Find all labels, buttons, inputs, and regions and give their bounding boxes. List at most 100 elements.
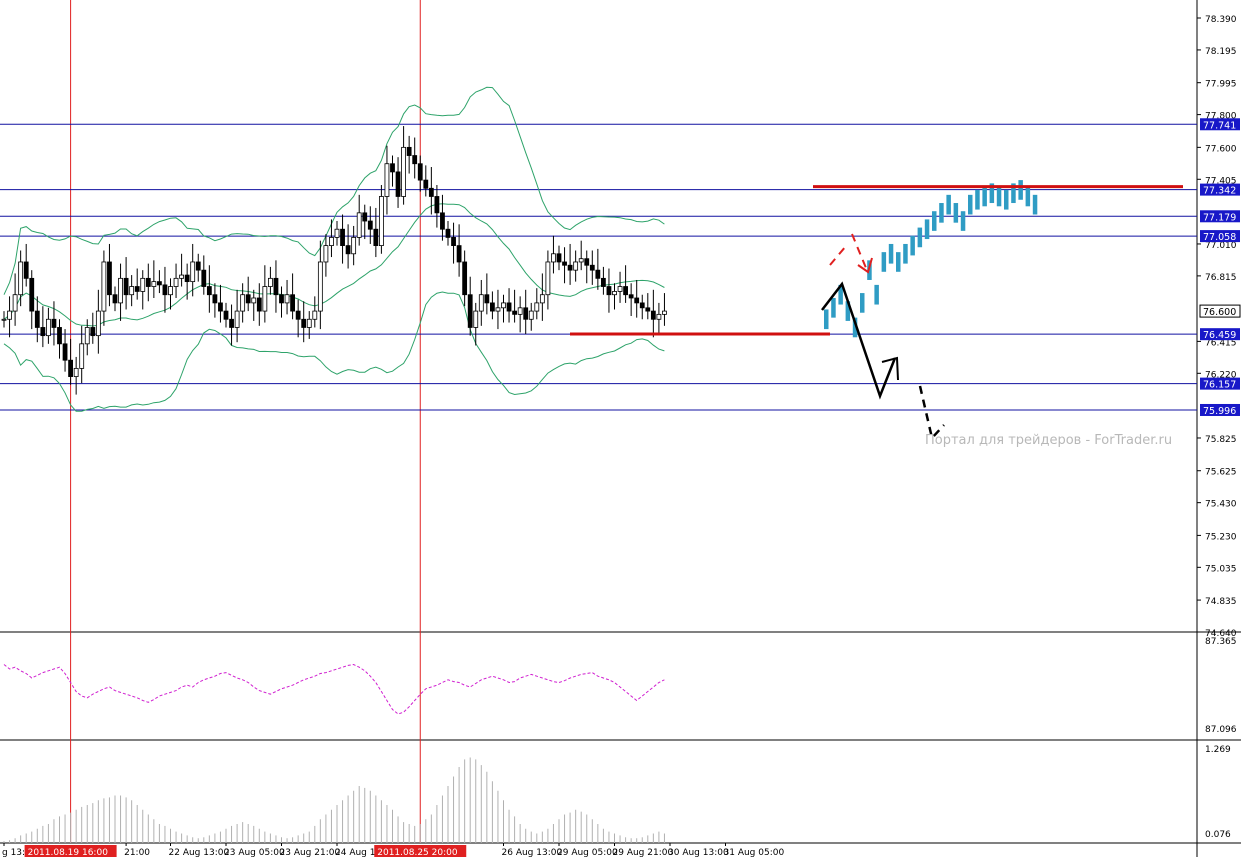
oscillator-bottom-label: 87.096 (1205, 725, 1237, 735)
candle-body (384, 163, 390, 197)
candle-body (7, 310, 12, 320)
price-tick-label: 77.995 (1205, 80, 1237, 90)
candle-body (184, 274, 190, 283)
candle-body (606, 286, 612, 296)
candle-body (562, 261, 567, 266)
candle-body (506, 302, 512, 312)
forecast-block (824, 309, 829, 330)
candle-body (129, 286, 135, 296)
price-tick-label: 75.430 (1205, 500, 1237, 510)
candle-body (40, 327, 46, 337)
candle-body (329, 237, 334, 246)
candle-body (162, 284, 168, 296)
candle-body (628, 294, 634, 299)
candle-body (218, 302, 223, 312)
level-label: 77.058 (1203, 232, 1236, 243)
candle-body (173, 277, 179, 287)
forecast-block (953, 203, 959, 223)
level-label: 77.741 (1203, 120, 1236, 131)
candle-body (539, 294, 545, 304)
candle-body (195, 261, 201, 271)
candle-body (451, 237, 456, 246)
candle-body (101, 261, 107, 312)
candle-body (662, 310, 667, 315)
candle-body (567, 264, 573, 271)
candle-body (68, 359, 73, 377)
candle-body (523, 307, 529, 320)
candle-body (168, 286, 173, 296)
candle-body (301, 318, 307, 328)
oscillator-top-label: 87.365 (1205, 637, 1237, 647)
candle-body (245, 294, 251, 304)
candle-body (467, 294, 473, 328)
candle-body (190, 261, 196, 283)
candle-body (156, 281, 162, 286)
candle-body (279, 294, 284, 304)
candle-body (650, 310, 656, 320)
candle-body (345, 245, 351, 255)
time-label: 29 Aug 05:00 (557, 848, 618, 857)
candle-body (284, 294, 290, 304)
histogram-top-label: 1.269 (1205, 745, 1231, 755)
price-tick-label: 74.835 (1205, 597, 1237, 607)
price-tick-label: 77.600 (1205, 144, 1237, 154)
time-label: 2011.08.19 16:00 (28, 848, 109, 857)
candle-body (589, 264, 595, 271)
candle-body (645, 307, 651, 312)
time-label: 23 Aug 05:00 (224, 848, 285, 857)
candle-body (595, 269, 601, 279)
price-tick-label: 78.195 (1205, 47, 1237, 57)
candle-body (145, 277, 151, 287)
candle-body (140, 277, 146, 292)
candle-body (317, 261, 323, 312)
time-label: 26 Aug 13:00 (502, 848, 563, 857)
candle-body (462, 261, 468, 296)
forecast-block (860, 293, 865, 313)
candle-body (484, 294, 490, 304)
forecast-block (831, 297, 836, 318)
candle-body (495, 307, 501, 312)
candle-body (229, 318, 234, 328)
candle-body (51, 318, 57, 328)
time-label: 29 Aug 21:00 (613, 848, 674, 857)
time-label: 23 Aug 21:00 (280, 848, 341, 857)
forecast-block (874, 284, 879, 305)
candle-body (395, 171, 401, 197)
forecast-block (1004, 189, 1009, 210)
candle-body (423, 179, 429, 189)
forecast-block (924, 219, 930, 240)
price-tick-label: 76.815 (1205, 273, 1237, 283)
histogram-bottom-label: 0.076 (1205, 830, 1231, 840)
candle-body (206, 286, 212, 296)
forecast-block (910, 235, 915, 256)
forecast-block (996, 186, 1002, 207)
candle-body (62, 343, 68, 361)
candle-body (556, 253, 562, 263)
level-label: 76.157 (1203, 380, 1236, 391)
candle-body (340, 228, 345, 246)
time-label: 30 Aug 13:00 (668, 848, 729, 857)
candle-body (434, 196, 440, 214)
time-label: 31 Aug 05:00 (724, 848, 785, 857)
candle-body (362, 212, 368, 222)
candle-body (18, 261, 24, 296)
candle-body (478, 294, 484, 312)
forecast-path-dashed (918, 385, 945, 441)
candle-body (234, 310, 240, 328)
candle-body (90, 327, 96, 337)
candle-body (312, 310, 318, 320)
candle-body (212, 294, 218, 304)
price-tick-label: 78.390 (1205, 15, 1237, 25)
candle-body (201, 269, 207, 287)
candle-body (501, 302, 506, 309)
candle-body (267, 277, 273, 287)
candle-body (534, 302, 540, 312)
forecast-block (982, 186, 987, 207)
time-label: 21:00 (124, 848, 150, 857)
forecast-block (1032, 194, 1038, 215)
candle-body (412, 155, 418, 165)
candle-body (240, 294, 246, 312)
candle-body (84, 327, 90, 345)
candle-body (401, 146, 407, 197)
forecast-red-dashed (829, 233, 867, 269)
